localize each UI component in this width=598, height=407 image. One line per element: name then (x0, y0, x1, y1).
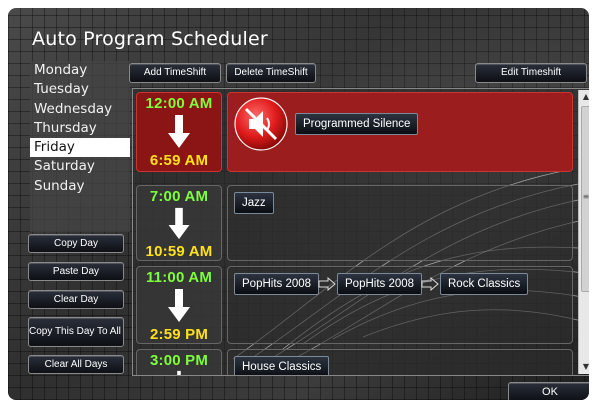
window-title: Auto Program Scheduler (32, 28, 268, 50)
slot-start-time: 12:00 AM (145, 95, 213, 112)
arrow-down-icon (177, 370, 181, 375)
program-chip[interactable]: Rock Classics (440, 273, 529, 295)
arrow-down-icon (168, 207, 190, 240)
slot-programs[interactable]: House Classics (227, 349, 573, 375)
day-list[interactable]: Monday Tuesday Wednesday Thursday Friday… (30, 61, 130, 232)
program-chip[interactable]: Jazz (234, 192, 274, 214)
arrow-down-icon (168, 115, 190, 148)
ok-button[interactable]: OK (508, 382, 589, 400)
speaker-muted-icon (234, 97, 288, 151)
clear-all-days-button[interactable]: Clear All Days (28, 355, 124, 374)
program-chip[interactable]: Programmed Silence (295, 113, 419, 135)
timeshift-slot[interactable]: 7:00 AM 10:59 AM Jazz (136, 185, 573, 261)
copy-day-to-all-button[interactable]: Copy This Day To All D (28, 317, 124, 347)
scroll-up-icon[interactable]: ▲ (579, 90, 589, 104)
slot-end-time: 2:59 PM (149, 326, 209, 343)
day-item-sunday[interactable]: Sunday (30, 177, 130, 196)
slot-programs[interactable]: Programmed Silence (227, 92, 573, 172)
paste-day-button[interactable]: Paste Day (28, 262, 124, 281)
slot-start-time: 7:00 AM (149, 188, 209, 205)
slot-start-time: 11:00 AM (145, 269, 213, 286)
day-item-monday[interactable]: Monday (30, 61, 130, 80)
arrow-right-icon (421, 277, 439, 291)
vertical-scrollbar[interactable]: ▲ ≡ ▼ (578, 90, 589, 374)
day-item-wednesday[interactable]: Wednesday (30, 100, 130, 119)
slot-time-range: 12:00 AM 6:59 AM (136, 92, 222, 172)
slot-time-range: 3:00 PM (136, 349, 222, 375)
day-item-tuesday[interactable]: Tuesday (30, 80, 130, 99)
delete-timeshift-button[interactable]: Delete TimeShift (226, 63, 316, 83)
add-timeshift-button[interactable]: Add TimeShift (129, 63, 221, 83)
clear-day-button[interactable]: Clear Day (28, 290, 124, 309)
grip-icon: ≡ (582, 192, 589, 201)
program-chip[interactable]: PopHits 2008 (337, 273, 423, 295)
slot-end-time: 6:59 AM (149, 152, 209, 169)
timeshift-slot[interactable]: 3:00 PM House Classics (136, 349, 573, 375)
program-chip[interactable]: House Classics (234, 356, 330, 375)
slot-start-time: 3:00 PM (149, 352, 209, 369)
arrow-down-icon (168, 289, 190, 322)
edit-timeshift-button[interactable]: Edit Timeshift (475, 63, 587, 83)
copy-day-button[interactable]: Copy Day (28, 234, 124, 253)
slot-time-range: 11:00 AM 2:59 PM (136, 266, 222, 344)
day-item-friday[interactable]: Friday (30, 138, 130, 158)
scroll-thumb[interactable]: ≡ (581, 106, 589, 292)
day-item-thursday[interactable]: Thursday (30, 119, 130, 138)
program-chip[interactable]: PopHits 2008 (234, 273, 320, 295)
arrow-right-icon (318, 277, 336, 291)
slot-time-range: 7:00 AM 10:59 AM (136, 185, 222, 261)
slot-programs[interactable]: PopHits 2008 PopHits 2008 Rock Classics (227, 266, 573, 344)
scroll-down-icon[interactable]: ▼ (579, 360, 589, 374)
slot-programs[interactable]: Jazz (227, 185, 573, 261)
slot-end-time: 10:59 AM (145, 243, 213, 260)
scheduler-window: Auto Program Scheduler Monday Tuesday We… (8, 8, 589, 400)
day-item-saturday[interactable]: Saturday (30, 157, 130, 176)
timeshift-slot[interactable]: 11:00 AM 2:59 PM PopHits 2008 PopHits 20… (136, 266, 573, 344)
timeshift-list[interactable]: 12:00 AM 6:59 AM Programmed Silence 7:00… (132, 88, 589, 376)
timeshift-slot[interactable]: 12:00 AM 6:59 AM Programmed Silence (136, 92, 573, 172)
